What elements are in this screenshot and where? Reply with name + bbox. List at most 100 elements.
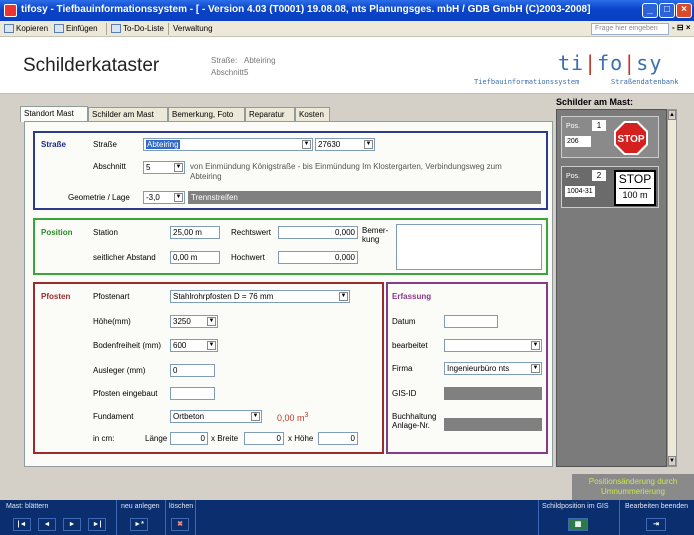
datum-field[interactable] bbox=[444, 315, 498, 328]
chevron-down-icon: ▼ bbox=[302, 140, 311, 149]
chevron-down-icon: ▼ bbox=[364, 140, 373, 149]
bottom-separator bbox=[619, 500, 620, 535]
door-exit-icon: ⇥ bbox=[653, 521, 659, 528]
abstand-field[interactable]: 0,00 m bbox=[170, 251, 220, 264]
street-select[interactable]: Abteiring ▼ bbox=[143, 138, 313, 151]
paste-label: Einfügen bbox=[66, 24, 98, 33]
next-record-button[interactable]: ► bbox=[63, 518, 81, 531]
firma-select[interactable]: Ingenieurbüro nts ▼ bbox=[444, 362, 542, 375]
new-label: neu anlegen bbox=[121, 503, 160, 510]
minimize-button[interactable]: _ bbox=[642, 3, 658, 18]
in-cm-label: in cm: bbox=[93, 434, 115, 443]
chevron-down-icon: ▼ bbox=[207, 341, 216, 350]
hoehe2-field[interactable]: 0 bbox=[318, 432, 358, 445]
datum-label: Datum bbox=[392, 317, 416, 326]
bemerkung-field[interactable] bbox=[396, 224, 542, 270]
header-section-value: 5 bbox=[244, 68, 249, 77]
renumber-label-1: Positionsänderung durch bbox=[588, 477, 678, 486]
header-street-value: Abteiring bbox=[244, 56, 276, 65]
pfostenart-select[interactable]: Stahlrohrpfosten D = 76 mm ▼ bbox=[170, 290, 350, 303]
section-select[interactable]: 5 ▼ bbox=[143, 161, 185, 174]
scroll-up-icon[interactable]: ▲ bbox=[668, 110, 676, 120]
bodenfreiheit-label: Bodenfreiheit (mm) bbox=[93, 341, 162, 350]
stop-sign-icon: STOP bbox=[614, 121, 648, 155]
copy-button[interactable]: Kopieren bbox=[3, 23, 48, 35]
todo-label: To-Do-Liste bbox=[123, 24, 164, 33]
sign-code: 1004-31 bbox=[565, 186, 595, 197]
strasse-title: Straße bbox=[41, 140, 66, 149]
first-record-button[interactable]: |◄ bbox=[13, 518, 31, 531]
close-button[interactable]: × bbox=[676, 3, 692, 18]
tab-bemerkung-foto[interactable]: Bemerkung, Foto bbox=[168, 107, 245, 121]
firma-label: Firma bbox=[392, 364, 413, 373]
hoehe-select[interactable]: 3250 ▼ bbox=[170, 315, 218, 328]
paste-icon bbox=[54, 24, 64, 33]
station-label: Station bbox=[93, 228, 118, 237]
chevron-down-icon: ▼ bbox=[207, 317, 216, 326]
fundament-label: Fundament bbox=[93, 412, 134, 421]
delete-record-button[interactable]: ✖ bbox=[171, 518, 189, 531]
section-label: Abschnitt bbox=[93, 162, 126, 171]
exit-edit-button[interactable]: ⇥ bbox=[646, 518, 666, 531]
street-code-select[interactable]: 27630 ▼ bbox=[315, 138, 375, 151]
header-section-label: Abschnitt: bbox=[211, 68, 247, 77]
help-search-input[interactable]: Frage hier eingeben bbox=[591, 23, 669, 35]
bottom-separator bbox=[116, 500, 117, 535]
tifosy-logo: ti|fo|sy bbox=[558, 51, 663, 75]
bottom-separator bbox=[195, 500, 196, 535]
header: Schilderkataster Straße: Abteiring Absch… bbox=[0, 37, 694, 94]
abstand-label: seitlicher Abstand bbox=[93, 253, 156, 262]
logo-subtitle-1: Tiefbauinformationssystem bbox=[474, 78, 580, 86]
fundament-select[interactable]: Ortbeton ▼ bbox=[170, 410, 262, 423]
hochwert-field[interactable]: 0,000 bbox=[278, 251, 358, 264]
bottom-separator bbox=[538, 500, 539, 535]
gis-map-button[interactable]: ▦ bbox=[568, 518, 588, 531]
bemerkung-label-1: Bemer- bbox=[362, 226, 389, 235]
chevron-down-icon: ▼ bbox=[339, 292, 348, 301]
signs-scrollbar[interactable]: ▲ ▼ bbox=[667, 109, 677, 467]
bodenfreiheit-select[interactable]: 600 ▼ bbox=[170, 339, 218, 352]
stop-sign-text: STOP bbox=[617, 134, 644, 145]
pfosten-title: Pfosten bbox=[41, 292, 71, 301]
sign-item-1[interactable]: Pos. 1 206 STOP bbox=[561, 116, 659, 158]
new-record-button[interactable]: ►* bbox=[130, 518, 148, 531]
header-street-label: Straße: bbox=[211, 56, 238, 65]
prev-record-button[interactable]: ◄ bbox=[38, 518, 56, 531]
copy-label: Kopieren bbox=[16, 24, 49, 33]
hochwert-label: Hochwert bbox=[231, 253, 265, 262]
tab-kosten[interactable]: Kosten bbox=[295, 107, 330, 121]
eingebaut-field[interactable] bbox=[170, 387, 215, 400]
tab-schilder-am-mast[interactable]: Schilder am Mast bbox=[88, 107, 168, 121]
renumber-label-2: Umnummerierung bbox=[600, 487, 666, 496]
chevron-down-icon: ▼ bbox=[531, 341, 540, 350]
rechtswert-field[interactable]: 0,000 bbox=[278, 226, 358, 239]
last-record-button[interactable]: ►| bbox=[88, 518, 106, 531]
hoehe-label: Höhe(mm) bbox=[93, 317, 131, 326]
renumber-button[interactable]: Positionsänderung durch Umnummerierung bbox=[572, 474, 694, 500]
tab-standort-mast[interactable]: Standort Mast bbox=[20, 106, 88, 122]
delete-label: löschen bbox=[169, 503, 194, 510]
todo-button[interactable]: To-Do-Liste bbox=[110, 23, 164, 35]
tab-reparatur[interactable]: Reparatur bbox=[245, 107, 295, 121]
geometry-label: Geometrie / Lage bbox=[68, 193, 130, 202]
maximize-button[interactable]: □ bbox=[659, 3, 675, 18]
paste-button[interactable]: Einfügen bbox=[53, 23, 98, 35]
pos-label: Pos. bbox=[566, 123, 581, 130]
bearbeitet-select[interactable]: ▼ bbox=[444, 339, 542, 352]
anlage-nr-field bbox=[444, 418, 542, 431]
admin-menu[interactable]: Verwaltung bbox=[160, 23, 213, 35]
bearbeitet-label: bearbeitet bbox=[392, 341, 428, 350]
laenge-label: Länge bbox=[145, 434, 168, 443]
ausleger-field[interactable]: 0 bbox=[170, 364, 215, 377]
scroll-down-icon[interactable]: ▼ bbox=[668, 456, 676, 466]
laenge-field[interactable]: 0 bbox=[170, 432, 208, 445]
street-label: Straße bbox=[93, 140, 118, 149]
geometry-select[interactable]: -3,0 ▼ bbox=[143, 191, 185, 204]
breite-field[interactable]: 0 bbox=[244, 432, 284, 445]
distance-sign-text-1: STOP bbox=[618, 172, 652, 186]
chevron-down-icon: ▼ bbox=[251, 412, 260, 421]
gis-id-field bbox=[444, 387, 542, 400]
mdi-controls[interactable]: - ⊟ × bbox=[672, 23, 690, 32]
station-field[interactable]: 25,00 m bbox=[170, 226, 220, 239]
sign-item-2[interactable]: Pos. 2 1004-31 STOP 100 m bbox=[561, 166, 659, 208]
